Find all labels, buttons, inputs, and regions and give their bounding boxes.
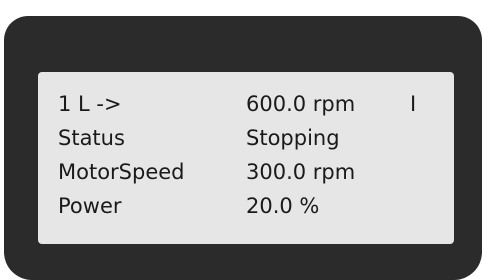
motorspeed-value: 300.0 rpm — [246, 160, 356, 184]
reference-flag: I — [410, 92, 417, 116]
motorspeed-label: MotorSpeed — [58, 160, 185, 184]
power-value: 20.0 % — [246, 194, 320, 218]
power-label: Power — [58, 194, 122, 218]
lcd-screen: 1 L -> 600.0 rpm I Status Stopping Motor… — [38, 72, 454, 244]
reference-label: 1 L -> — [58, 92, 122, 116]
status-label: Status — [58, 126, 125, 150]
reference-value: 600.0 rpm — [246, 92, 356, 116]
status-value: Stopping — [246, 126, 340, 150]
